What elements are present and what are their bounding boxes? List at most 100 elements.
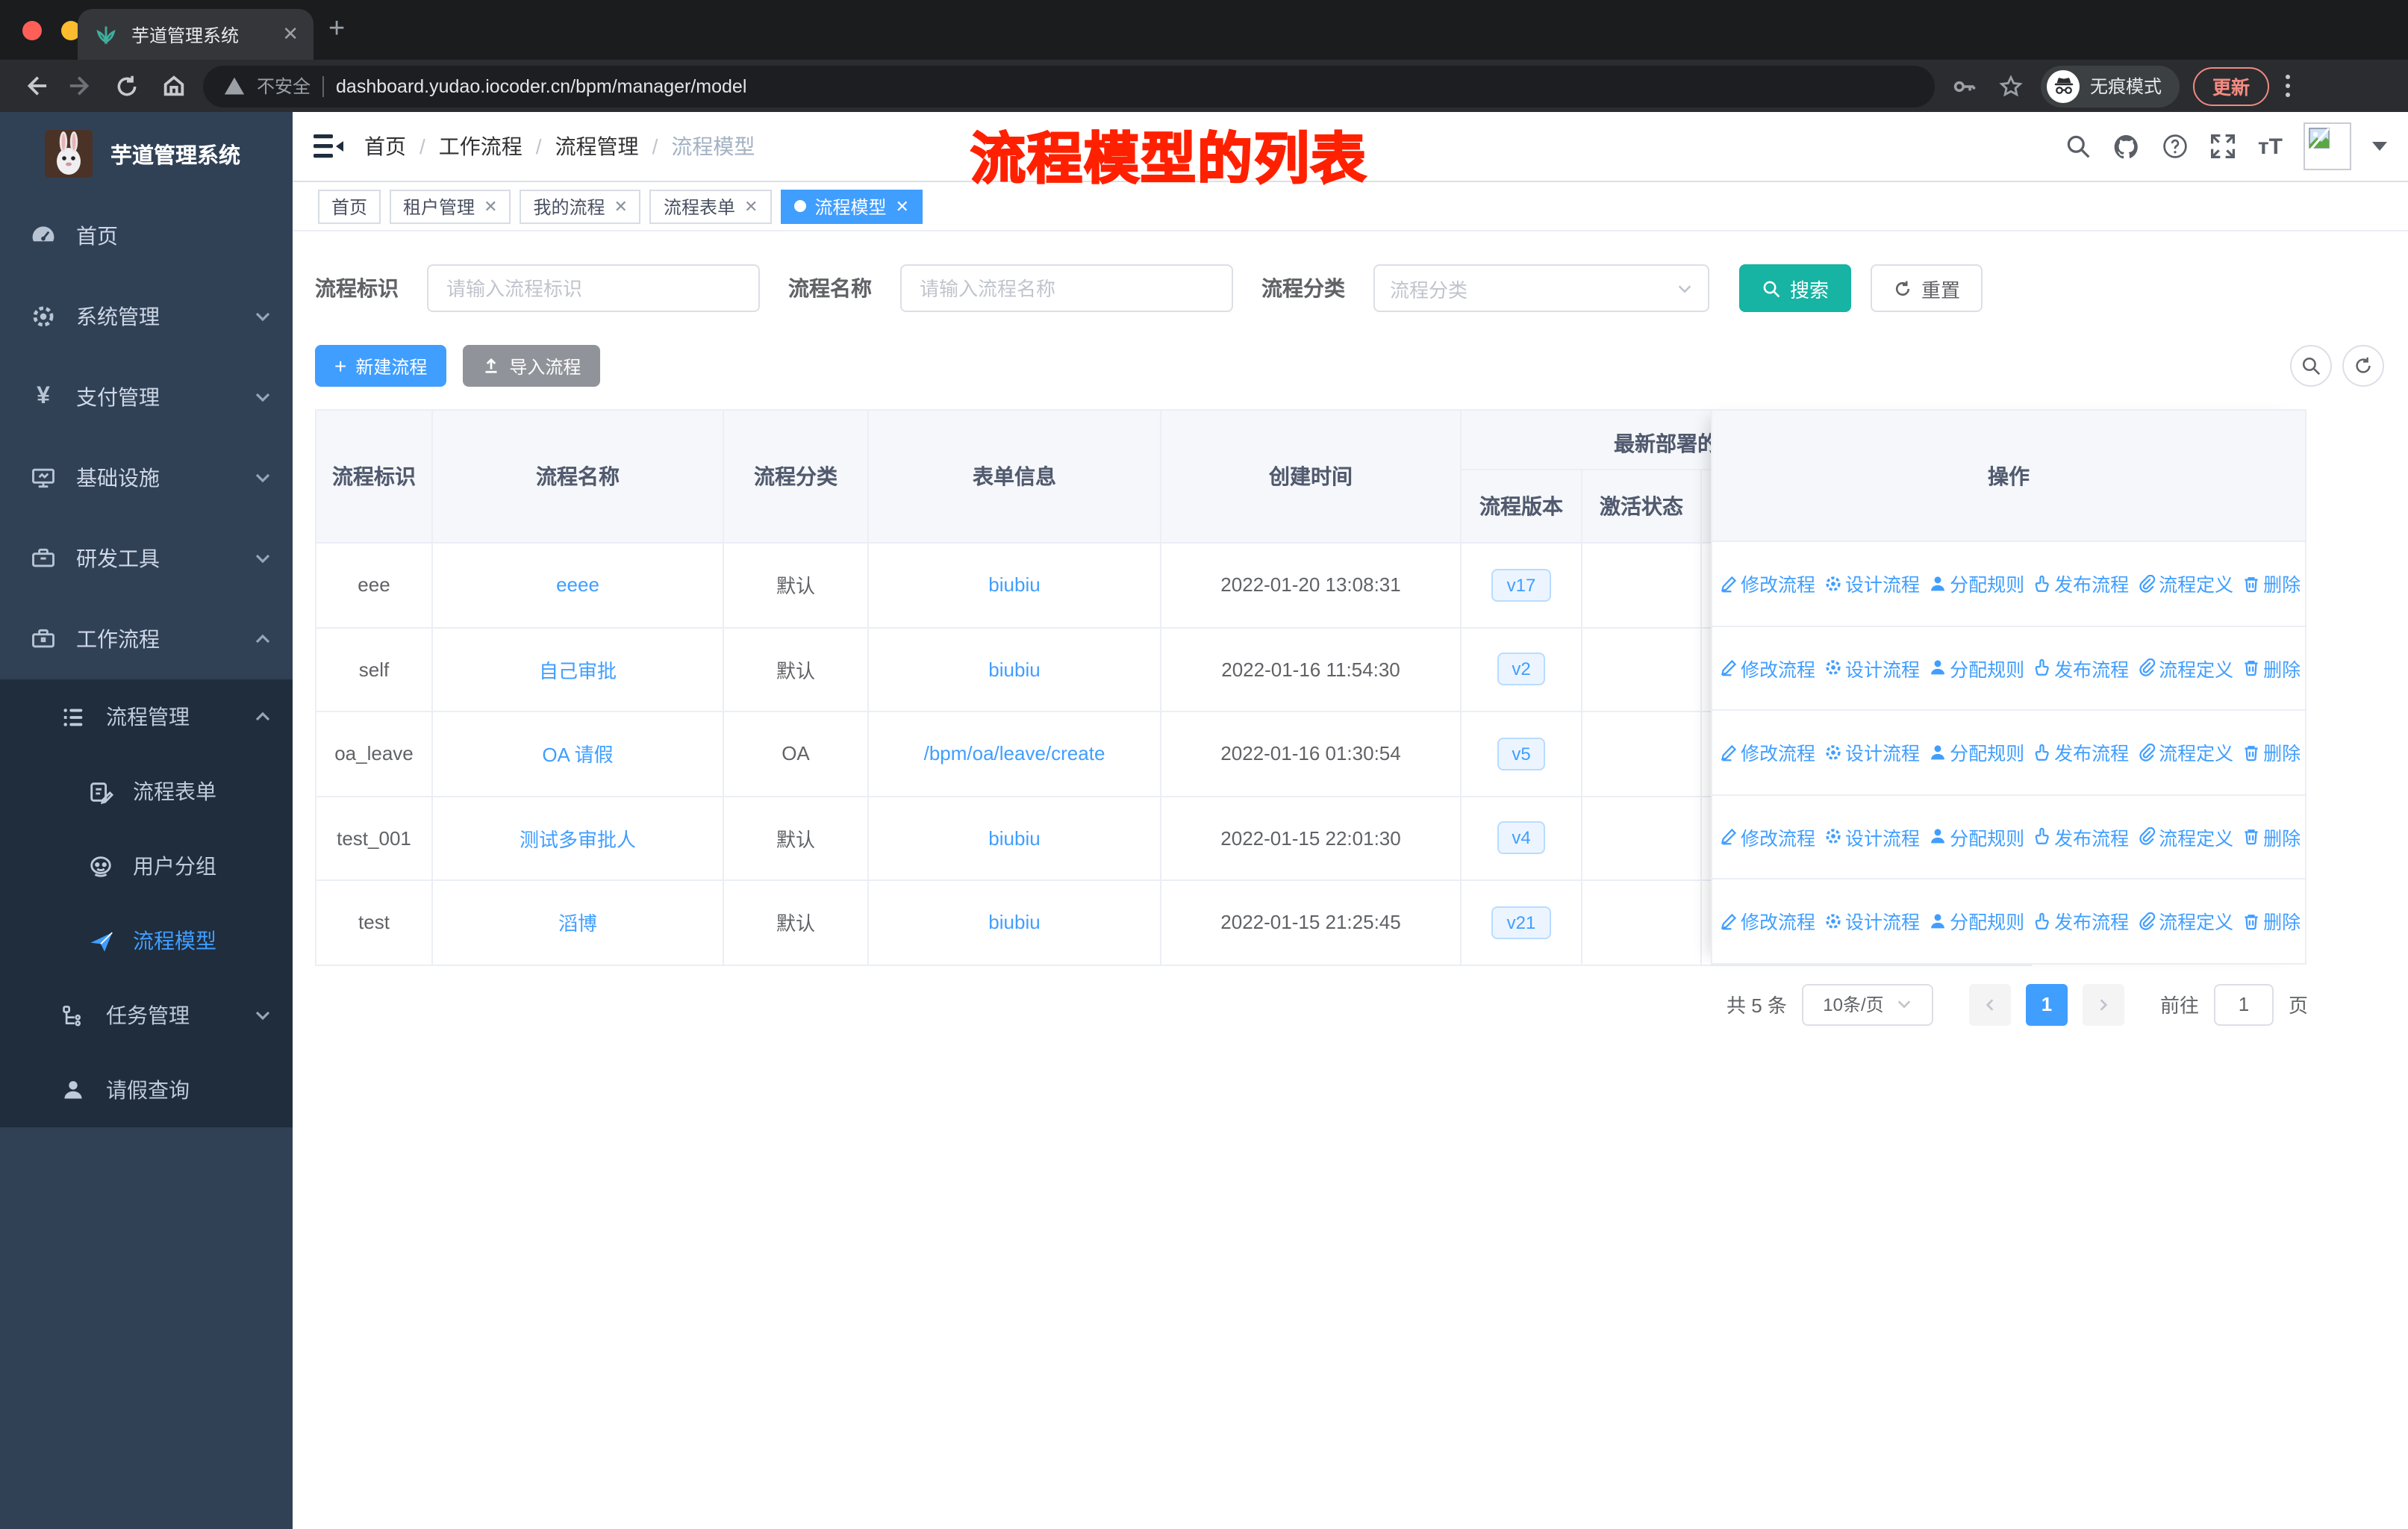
process-definition-link[interactable]: 流程定义 (2138, 823, 2233, 851)
sidebar-item-process-form[interactable]: 流程表单 (0, 754, 293, 829)
fullscreen-icon[interactable] (2210, 133, 2237, 160)
form-info-link[interactable]: biubiu (988, 658, 1040, 681)
form-info-link[interactable]: /bpm/oa/leave/create (924, 743, 1105, 765)
goto-page-input[interactable] (2213, 983, 2274, 1025)
sidebar-item-home[interactable]: 首页 (0, 196, 293, 276)
tag-process-model[interactable]: 流程模型 ✕ (780, 189, 923, 223)
avatar-broken-image[interactable] (2303, 122, 2351, 170)
delete-process-link[interactable]: 删除 (2242, 738, 2301, 767)
current-page[interactable]: 1 (2025, 983, 2068, 1025)
tag-my-process[interactable]: 我的流程 ✕ (520, 189, 641, 223)
breadcrumb-item[interactable]: 流程管理 (555, 131, 639, 161)
process-name-link[interactable]: eeee (556, 574, 599, 597)
key-icon[interactable] (1948, 69, 1981, 102)
home-icon[interactable] (157, 69, 190, 102)
close-icon[interactable]: ✕ (744, 196, 758, 216)
edit-process-link[interactable]: 修改流程 (1720, 907, 1815, 935)
process-name-link[interactable]: OA 请假 (542, 744, 613, 767)
tab-close-icon[interactable]: ✕ (282, 22, 299, 46)
assign-rule-link[interactable]: 分配规则 (1929, 907, 2024, 935)
sidebar-item-leave-query[interactable]: 请假查询 (0, 1053, 293, 1127)
delete-process-link[interactable]: 删除 (2242, 823, 2301, 851)
new-process-button[interactable]: + 新建流程 (315, 345, 447, 387)
process-definition-link[interactable]: 流程定义 (2138, 907, 2233, 935)
github-icon[interactable] (2113, 132, 2142, 161)
sidebar-item-process-model[interactable]: 流程模型 (0, 903, 293, 978)
process-definition-link[interactable]: 流程定义 (2138, 654, 2233, 682)
edit-process-link[interactable]: 修改流程 (1720, 570, 1815, 598)
next-page-button[interactable] (2082, 983, 2124, 1025)
process-name-link[interactable]: 滔博 (558, 913, 597, 935)
browser-menu-icon[interactable] (2286, 75, 2291, 97)
process-name-link[interactable]: 自己审批 (539, 660, 617, 682)
publish-process-link[interactable]: 发布流程 (2033, 738, 2129, 767)
process-name-input[interactable] (900, 264, 1233, 312)
form-info-link[interactable]: biubiu (988, 574, 1040, 597)
close-icon[interactable]: ✕ (895, 196, 908, 216)
design-process-link[interactable]: 设计流程 (1824, 654, 1920, 682)
assign-rule-link[interactable]: 分配规则 (1929, 823, 2024, 851)
tag-process-form[interactable]: 流程表单 ✕ (649, 189, 772, 223)
close-window-button[interactable] (22, 21, 42, 40)
breadcrumb-item[interactable]: 首页 (364, 131, 406, 161)
process-name-link[interactable]: 测试多审批人 (520, 829, 636, 851)
tag-home[interactable]: 首页 (318, 189, 381, 223)
publish-process-link[interactable]: 发布流程 (2033, 907, 2129, 935)
sidebar-item-workflow[interactable]: 工作流程 (0, 599, 293, 679)
delete-process-link[interactable]: 删除 (2242, 907, 2301, 935)
tag-tenant[interactable]: 租户管理 ✕ (390, 189, 511, 223)
publish-process-link[interactable]: 发布流程 (2033, 823, 2129, 851)
back-icon[interactable] (18, 69, 51, 102)
form-info-link[interactable]: biubiu (988, 827, 1040, 850)
publish-process-link[interactable]: 发布流程 (2033, 654, 2129, 682)
assign-rule-link[interactable]: 分配规则 (1929, 570, 2024, 598)
browser-tab[interactable]: 芋道管理系统 ✕ (78, 9, 314, 60)
page-size-select[interactable]: 10条/页 (1801, 983, 1933, 1025)
font-size-icon[interactable]: тT (2258, 134, 2283, 159)
import-process-button[interactable]: 导入流程 (463, 345, 601, 387)
assign-rule-link[interactable]: 分配规则 (1929, 654, 2024, 682)
publish-process-link[interactable]: 发布流程 (2033, 570, 2129, 598)
refresh-icon[interactable] (2342, 345, 2384, 387)
sidebar-item-process-mgmt[interactable]: 流程管理 (0, 679, 293, 754)
breadcrumb-item[interactable]: 工作流程 (439, 131, 523, 161)
edit-process-link[interactable]: 修改流程 (1720, 654, 1815, 682)
collapse-sidebar-icon[interactable] (314, 133, 343, 160)
edit-process-link[interactable]: 修改流程 (1720, 738, 1815, 767)
delete-process-link[interactable]: 删除 (2242, 570, 2301, 598)
sidebar-item-user-group[interactable]: 用户分组 (0, 829, 293, 903)
sidebar-item-infra[interactable]: 基础设施 (0, 437, 293, 518)
forward-icon[interactable] (64, 69, 97, 102)
prev-page-button[interactable] (1968, 983, 2011, 1025)
reset-button[interactable]: 重置 (1871, 264, 1983, 312)
sidebar-item-devtools[interactable]: 研发工具 (0, 518, 293, 599)
help-icon[interactable] (2162, 133, 2189, 160)
sidebar-item-system[interactable]: 系统管理 (0, 276, 293, 357)
process-key-input[interactable] (427, 264, 760, 312)
new-tab-button[interactable]: + (328, 15, 345, 43)
design-process-link[interactable]: 设计流程 (1824, 738, 1920, 767)
search-button[interactable]: 搜索 (1739, 264, 1852, 312)
assign-rule-link[interactable]: 分配规则 (1929, 738, 2024, 767)
design-process-link[interactable]: 设计流程 (1824, 570, 1920, 598)
process-definition-link[interactable]: 流程定义 (2138, 570, 2233, 598)
edit-process-link[interactable]: 修改流程 (1720, 823, 1815, 851)
reload-icon[interactable] (110, 69, 143, 102)
update-button[interactable]: 更新 (2193, 66, 2270, 105)
form-info-link[interactable]: biubiu (988, 912, 1040, 934)
process-definition-link[interactable]: 流程定义 (2138, 738, 2233, 767)
sidebar-item-task-mgmt[interactable]: 任务管理 (0, 978, 293, 1053)
breadcrumb-separator: / (535, 134, 542, 158)
design-process-link[interactable]: 设计流程 (1824, 907, 1920, 935)
design-process-link[interactable]: 设计流程 (1824, 823, 1920, 851)
hide-search-icon[interactable] (2290, 345, 2332, 387)
category-select[interactable]: 流程分类 (1373, 264, 1709, 312)
bookmark-star-icon[interactable] (1994, 69, 2027, 102)
caret-down-icon[interactable] (2372, 142, 2387, 151)
close-icon[interactable]: ✕ (484, 196, 497, 216)
close-icon[interactable]: ✕ (614, 196, 628, 216)
delete-process-link[interactable]: 删除 (2242, 654, 2301, 682)
address-bar[interactable]: 不安全 dashboard.yudao.iocoder.cn/bpm/manag… (203, 65, 1935, 107)
search-icon[interactable] (2065, 133, 2092, 160)
sidebar-item-payment[interactable]: ¥ 支付管理 (0, 357, 293, 437)
